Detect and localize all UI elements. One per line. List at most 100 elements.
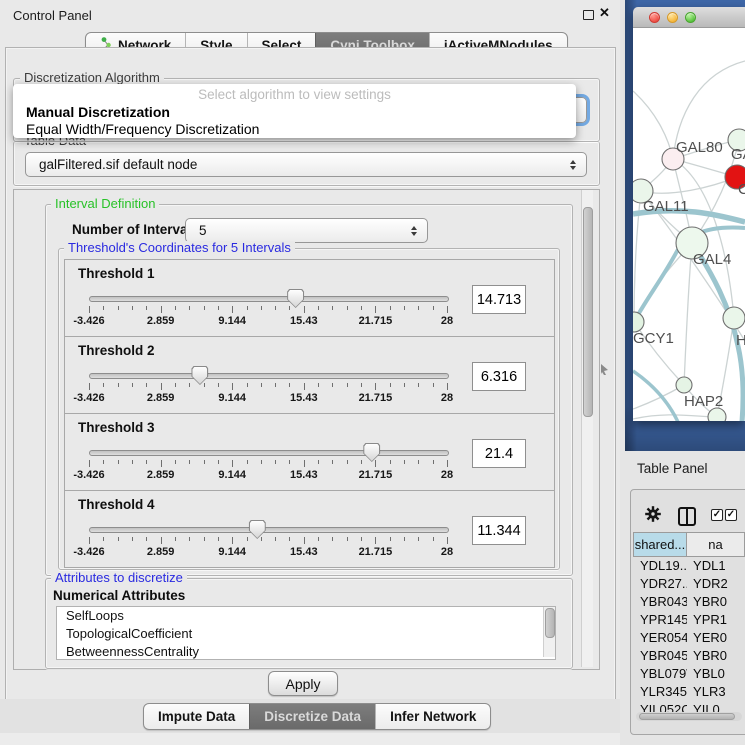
slider-track[interactable] [89,527,449,533]
control-panel-window: Control Panel ✕ NetworkStyleSelectCyni T… [0,0,621,745]
minimize-traffic-light-icon[interactable] [667,12,678,23]
node-label: GAL4 [693,251,731,268]
attribute-item[interactable]: SelfLoops [57,607,555,625]
column-header-1[interactable]: shared... [633,532,687,557]
table-row[interactable]: YDR27...YDR2 [633,575,745,593]
table-cell: YPR145W [633,611,687,629]
table-cell: YBR0 [687,593,745,611]
algorithm-option-manual[interactable]: Manual Discretization [26,104,170,120]
network-window-titlebar[interactable] [633,7,745,28]
attributes-list-scrollbar[interactable] [543,607,555,657]
slider-ticks [89,460,447,468]
intervals-value: 5 [199,223,207,238]
node-label: GCY1 [633,330,674,347]
algorithm-group-title: Discretization Algorithm [20,71,164,84]
slider-track[interactable] [89,450,449,456]
node-gcy1[interactable] [633,312,644,332]
numerical-attributes-list[interactable]: SelfLoopsTopologicalCoefficientBetweenne… [56,606,556,660]
threshold-value-field[interactable]: 6.316 [472,362,526,391]
float-window-icon[interactable] [583,10,594,20]
threshold-label: Threshold 4 [78,497,155,512]
slider-track[interactable] [89,373,449,379]
table-row[interactable]: YDL19...YDL1 [633,557,745,575]
table-panel-title: Table Panel [637,461,708,476]
tab-impute-data[interactable]: Impute Data [144,704,249,729]
node-label: GA [731,146,745,163]
column-header-2[interactable]: na [687,532,745,557]
combo-arrows-icon [570,160,576,170]
split-columns-icon[interactable] [678,507,696,526]
settings-vertical-scrollbar[interactable] [581,190,593,667]
node-label: GAL80 [676,139,723,156]
threshold-label: Threshold 1 [78,266,155,281]
mouse-cursor [601,362,609,380]
bottom-strip-2 [0,733,620,745]
threshold-value-field[interactable]: 14.713 [472,285,526,314]
node-hap2[interactable] [676,377,692,393]
algorithm-option-equal-width[interactable]: Equal Width/Frequency Discretization [26,121,259,137]
checkbox-checked-icon[interactable]: ✓ [711,509,723,521]
apply-button-label: Apply [285,676,320,692]
zoom-traffic-light-icon[interactable] [685,12,696,23]
attributes-group-title: Attributes to discretize [51,571,187,584]
scrollbar-thumb[interactable] [583,207,593,417]
tab-infer-network[interactable]: Infer Network [375,704,490,729]
table-cell: YBR0 [687,647,745,665]
table-cell: YLR3 [687,683,745,701]
table-data-combobox[interactable]: galFiltered.sif default node [25,152,587,177]
table-header-row: shared...na [633,532,745,557]
slider-ticks [89,383,447,391]
control-panel-title: Control Panel [13,8,92,23]
thresholds-group-title: Threshold's Coordinates for 5 Intervals [64,241,295,254]
numerical-attributes-label: Numerical Attributes [53,588,185,603]
close-window-icon[interactable]: ✕ [599,5,610,21]
threshold-panel-1: Threshold 1-3.4262.8599.14415.4321.71528… [64,259,555,337]
slider-tick-labels: -3.4262.8599.14415.4321.71528 [89,469,447,482]
node-label: C [738,181,745,198]
table-row[interactable]: YBL079WYBL0 [633,665,745,683]
threshold-panel-4: Threshold 4-3.4262.8599.14415.4321.71528… [64,490,555,568]
scrollbar-thumb[interactable] [639,713,735,720]
threshold-value-field[interactable]: 21.4 [472,439,526,468]
threshold-label: Threshold 3 [78,420,155,435]
threshold-value-field[interactable]: 11.344 [472,516,526,545]
screenshot-root: Control Panel ✕ NetworkStyleSelectCyni T… [0,0,745,745]
scrollbar-thumb[interactable] [545,608,555,638]
attribute-item[interactable]: BetweennessCentrality [57,643,555,660]
slider-ticks [89,537,447,545]
network-canvas[interactable]: GAL80GACGAL11GAL4GCY1HHAP2 [633,28,745,421]
table-row[interactable]: YBR043CYBR0 [633,593,745,611]
table-cell: YDL1 [687,557,745,575]
node-label: H [736,332,745,349]
table-cell: YDR27... [633,575,687,593]
slider-track[interactable] [89,296,449,302]
table-row[interactable]: YBR045CYBR0 [633,647,745,665]
table-row[interactable]: YLR345WYLR3 [633,683,745,701]
table-cell: YBR043C [633,593,687,611]
table-data-combo-value: galFiltered.sif default node [39,157,197,172]
node-attribute-table[interactable]: shared...na YDL19...YDL1YDR27...YDR2YBR0… [633,532,745,722]
checkbox-checked-icon[interactable]: ✓ [725,509,737,521]
close-traffic-light-icon[interactable] [649,12,660,23]
gear-icon[interactable] [645,506,661,527]
apply-button[interactable]: Apply [268,671,338,696]
attribute-item[interactable]: TopologicalCoefficient [57,625,555,643]
table-horizontal-scrollbar[interactable] [636,712,742,721]
tab-discretize-data[interactable]: Discretize Data [249,704,375,729]
tab-label: Impute Data [158,709,235,724]
interval-definition-title: Interval Definition [51,197,159,210]
table-cell: YBL0 [687,665,745,683]
number-of-intervals-label: Number of Intervals [72,222,199,237]
algorithm-dropdown-popup: Select algorithm to view settings Manual… [13,84,576,138]
table-row[interactable]: YPR145WYPR1 [633,611,745,629]
spinner-arrows-icon [411,226,417,236]
table-rows: YDL19...YDL1YDR27...YDR2YBR043CYBR0YPR14… [633,557,745,719]
algorithm-popup-hint: Select algorithm to view settings [13,87,576,102]
threshold-label: Threshold 2 [78,343,155,358]
table-cell: YLR345W [633,683,687,701]
table-cell: YER054C [633,629,687,647]
attribute-items: SelfLoopsTopologicalCoefficientBetweenne… [57,607,555,660]
node-label: GAL11 [643,198,689,215]
table-row[interactable]: YER054CYER0 [633,629,745,647]
node-h[interactable] [723,307,745,329]
